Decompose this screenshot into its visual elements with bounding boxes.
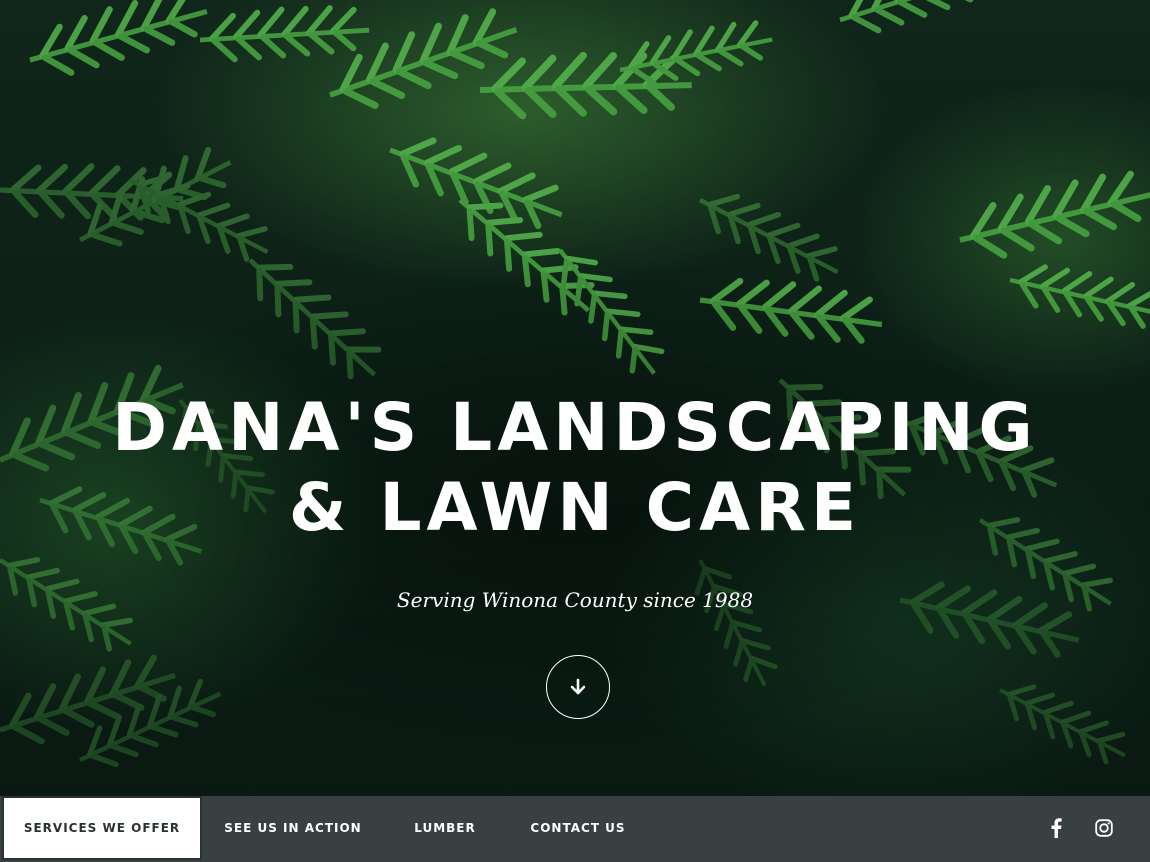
title-line-2: & LAWN CARE [288, 469, 862, 546]
nav-item-lumber[interactable]: LUMBER [408, 796, 482, 860]
main-navigation: SERVICES WE OFFER SEE US IN ACTION LUMBE… [0, 796, 1150, 862]
nav-item-services-we-offer[interactable]: SERVICES WE OFFER [2, 796, 202, 860]
instagram-icon [1095, 819, 1113, 837]
instagram-link[interactable] [1089, 796, 1119, 860]
arrow-down-icon [570, 678, 586, 695]
hero-section: DANA'S LANDSCAPING & LAWN CARE Serving W… [0, 0, 1150, 862]
title-line-1: DANA'S LANDSCAPING [112, 389, 1038, 466]
facebook-link[interactable] [1041, 796, 1071, 860]
nav-item-see-us-in-action[interactable]: SEE US IN ACTION [222, 796, 364, 860]
nav-item-contact-us[interactable]: CONTACT US [528, 796, 628, 860]
scroll-down-button[interactable] [546, 655, 610, 719]
facebook-icon [1051, 818, 1062, 838]
page-title: DANA'S LANDSCAPING & LAWN CARE [75, 388, 1075, 548]
tagline: Serving Winona County since 1988 [396, 588, 754, 612]
